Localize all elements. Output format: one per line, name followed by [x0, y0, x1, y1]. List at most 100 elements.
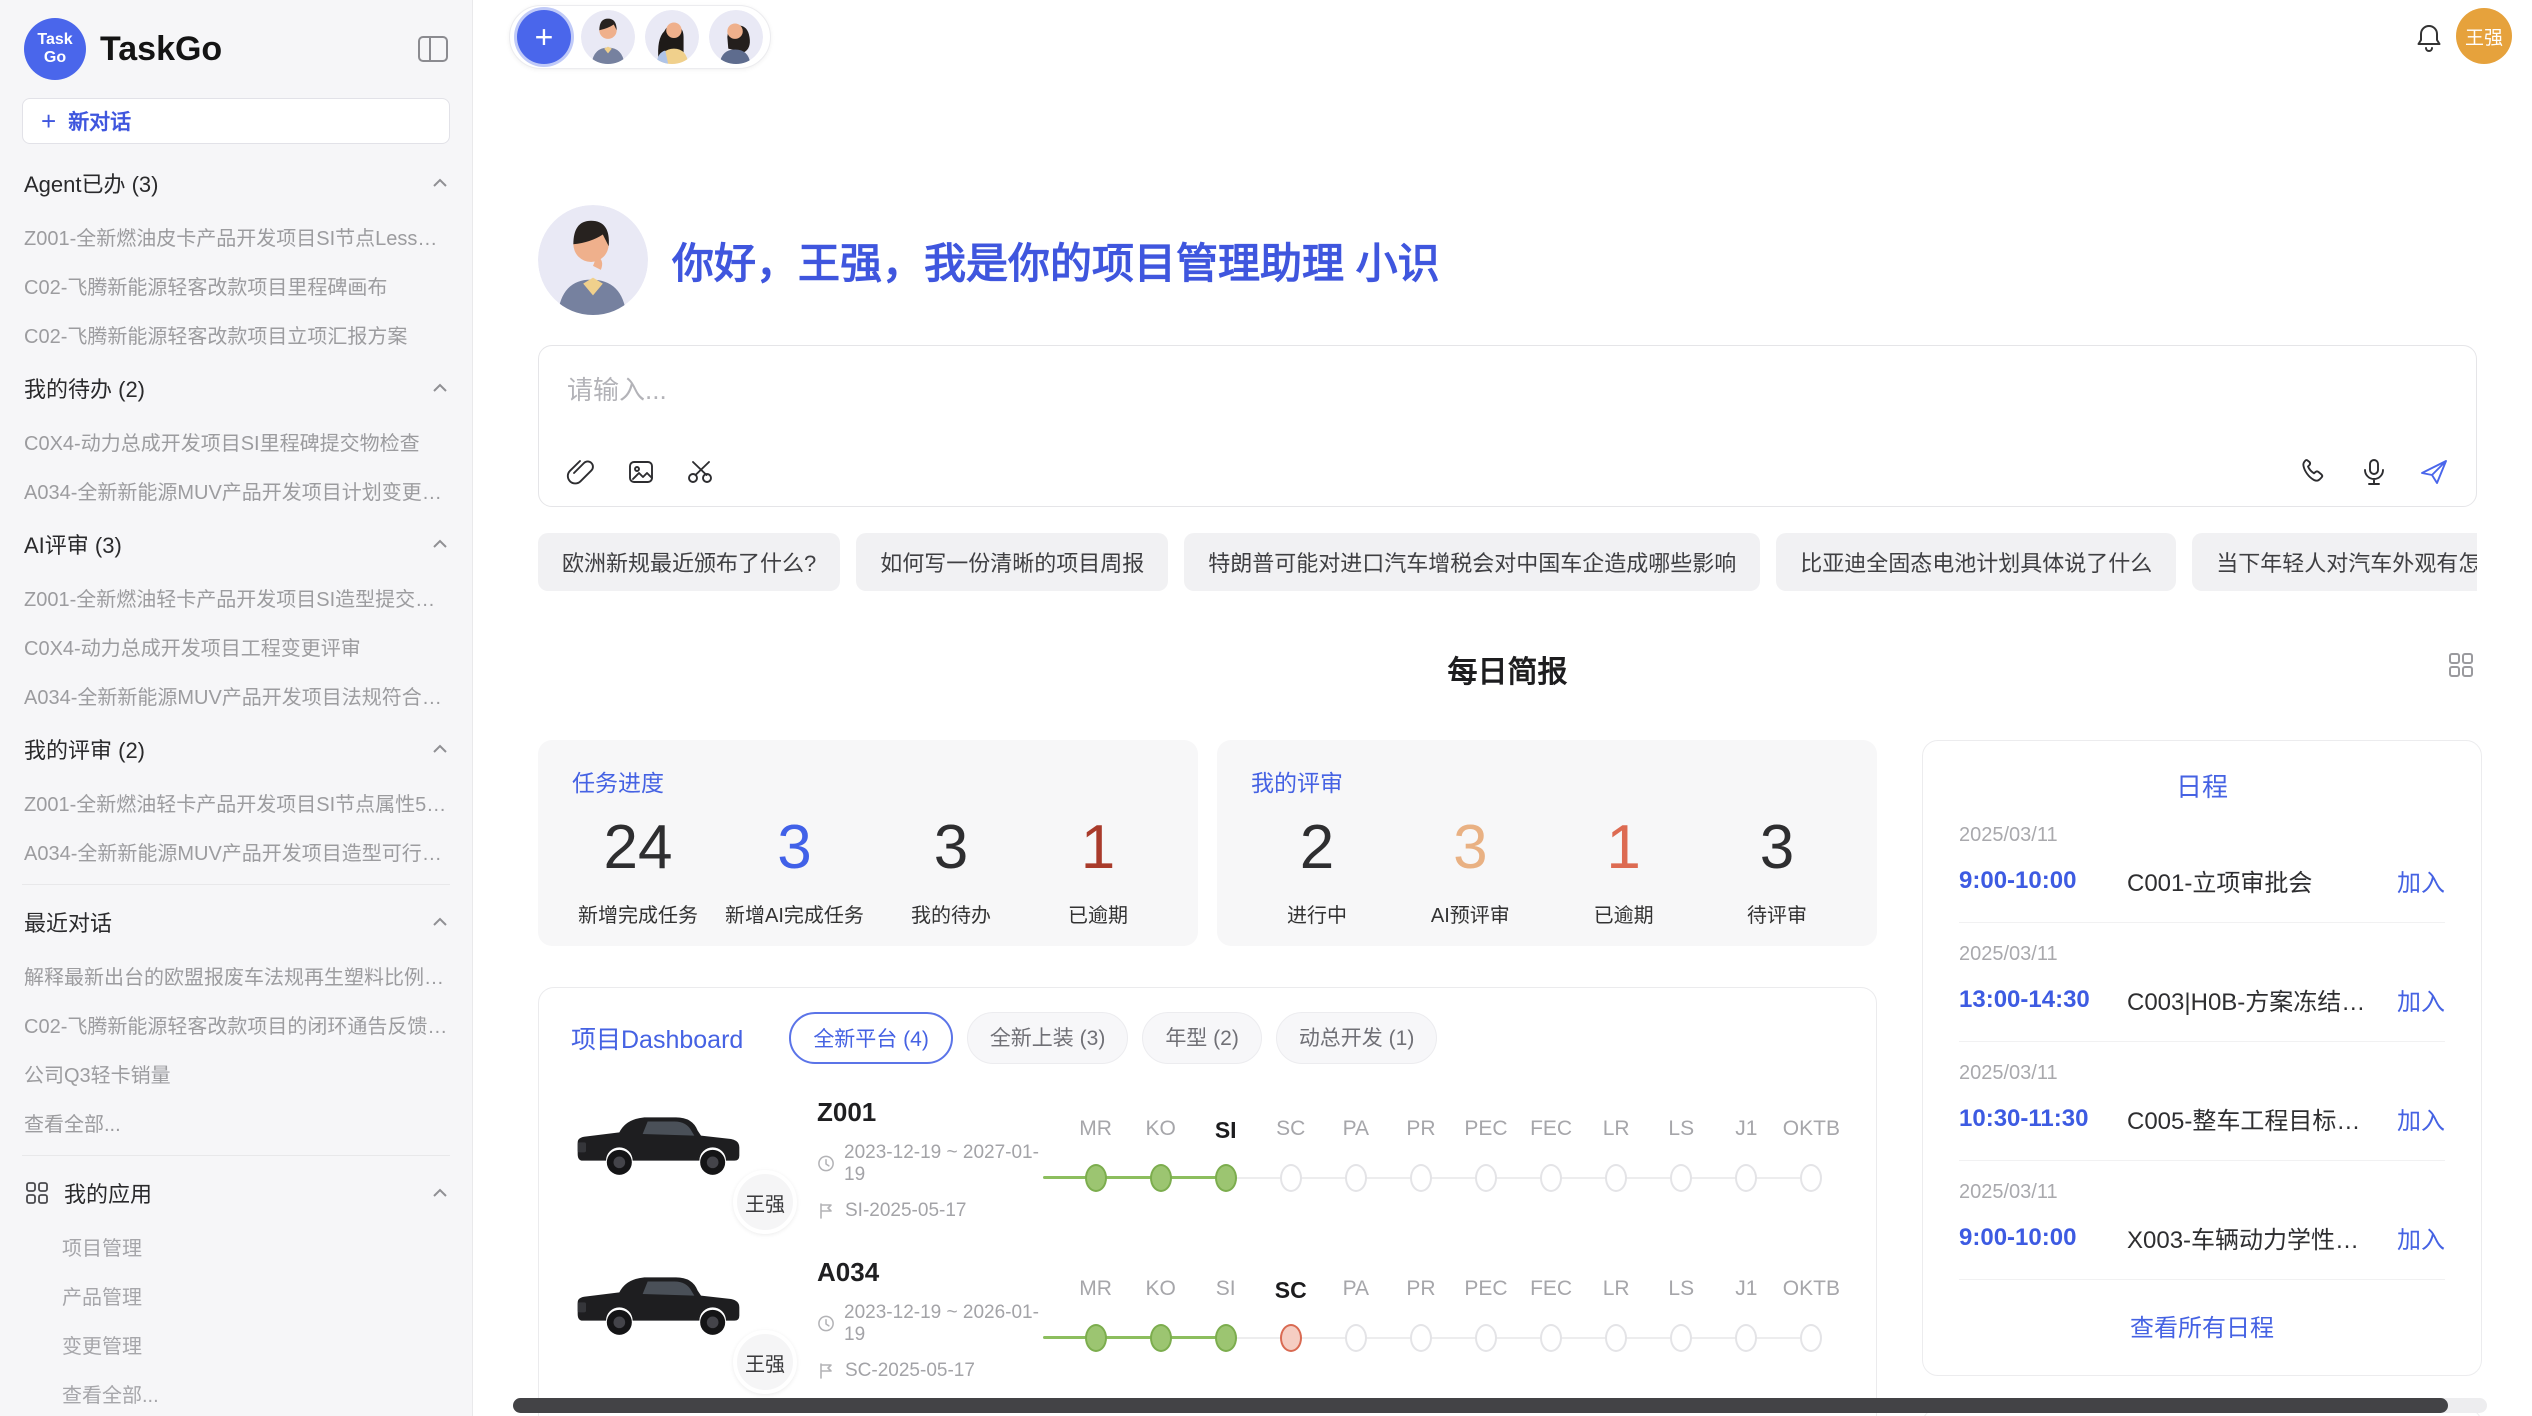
section-ai-review[interactable]: AI评审 (3)	[22, 515, 450, 573]
collapse-sidebar-icon[interactable]	[418, 36, 448, 62]
project-flag: SC-2025-05-17	[845, 1360, 975, 1382]
suggestion-chip[interactable]: 如何写一份清晰的项目周报	[856, 533, 1168, 591]
milestone-dot	[1280, 1164, 1302, 1192]
milestone-dot	[1800, 1164, 1822, 1192]
sidebar-item[interactable]: C02-飞腾新能源轻客改款项目里程碑画布	[22, 261, 450, 310]
tab-new-platform[interactable]: 全新平台 (4)	[789, 1012, 953, 1064]
sidebar-item[interactable]: Z001-全新燃油轻卡产品开发项目SI节点属性5D文件评审	[22, 778, 450, 827]
tab-new-body[interactable]: 全新上装 (3)	[967, 1012, 1129, 1064]
view-all-chats-link[interactable]: 查看全部...	[22, 1098, 450, 1147]
task-progress-card: 任务进度 24 新增完成任务 3 新增AI完成任务 3	[538, 740, 1198, 946]
sidebar-header: Task Go TaskGo	[22, 14, 450, 90]
stat-overdue: 1 已逾期	[1564, 812, 1684, 928]
sidebar-item[interactable]: C02-飞腾新能源轻客改款项目立项汇报方案	[22, 310, 450, 359]
tab-powertrain[interactable]: 动总开发 (1)	[1276, 1012, 1438, 1064]
apps-grid-icon	[24, 1180, 50, 1206]
new-chat-button[interactable]: + 新对话	[22, 98, 450, 144]
horizontal-scrollbar	[513, 1398, 2487, 1413]
chevron-up-icon	[432, 178, 448, 188]
section-my-todo[interactable]: 我的待办 (2)	[22, 359, 450, 417]
milestone-dot	[1605, 1164, 1627, 1192]
milestone-track: MRKO SISC PAPR PECFEC LRLS J1OKTB	[1063, 1277, 1844, 1362]
divider	[22, 884, 450, 885]
project-dashboard-card: 项目Dashboard 全新平台 (4) 全新上装 (3) 年型 (2) 动总开…	[538, 987, 1877, 1416]
agent-avatar-2[interactable]	[645, 10, 699, 64]
app-link-project-mgmt[interactable]: 项目管理	[22, 1222, 450, 1271]
milestone-dot	[1800, 1324, 1822, 1352]
stat-new-ai-done: 3 新增AI完成任务	[725, 812, 864, 928]
milestone-dot-done	[1085, 1164, 1107, 1192]
image-icon[interactable]	[625, 456, 657, 488]
chevron-up-icon	[432, 744, 448, 754]
agent-avatar-1[interactable]	[581, 10, 635, 64]
section-agent-done[interactable]: Agent已办 (3)	[22, 154, 450, 212]
agent-avatar-3[interactable]	[709, 10, 763, 64]
card-title: 我的评审	[1251, 764, 1843, 798]
schedule-date: 2025/03/11	[1959, 1181, 2445, 1204]
attachment-icon[interactable]	[565, 456, 597, 488]
milestone-dot	[1475, 1324, 1497, 1352]
dashboard-tabs: 全新平台 (4) 全新上装 (3) 年型 (2) 动总开发 (1)	[789, 1012, 1437, 1064]
send-icon[interactable]	[2418, 456, 2450, 488]
suggestion-chip[interactable]: 特朗普可能对进口汽车增税会对中国车企造成哪些影响	[1184, 533, 1760, 591]
user-avatar[interactable]: 王强	[2456, 8, 2512, 64]
microphone-icon[interactable]	[2358, 456, 2390, 488]
project-row-z001[interactable]: 王强 Z001 2023-12-19 ~ 2027-01-19 SI-2025-…	[571, 1094, 1844, 1224]
sidebar-item[interactable]: C02-飞腾新能源轻客改款项目的闭环通告反馈情况	[22, 1000, 450, 1049]
sidebar-item[interactable]: 解释最新出台的欧盟报废车法规再生塑料比例被调至15%...	[22, 951, 450, 1000]
section-my-apps[interactable]: 我的应用	[22, 1164, 450, 1222]
project-row-a034[interactable]: 王强 A034 2023-12-19 ~ 2026-01-19 SC-2025-…	[571, 1254, 1844, 1384]
stat-overdue: 1 已逾期	[1038, 812, 1158, 928]
section-recent-chats[interactable]: 最近对话	[22, 893, 450, 951]
add-agent-button[interactable]: +	[517, 10, 571, 64]
suggestion-chip[interactable]: 欧洲新规最近颁布了什么?	[538, 533, 840, 591]
scrollbar-thumb[interactable]	[513, 1398, 2448, 1413]
scissors-icon[interactable]	[685, 456, 717, 488]
sidebar-item[interactable]: A034-全新新能源MUV产品开发项目计划变更表编写	[22, 466, 450, 515]
schedule-date: 2025/03/11	[1959, 824, 2445, 847]
chevron-up-icon	[432, 383, 448, 393]
stat-pending-review: 3 待评审	[1717, 812, 1837, 928]
chat-input[interactable]	[539, 346, 2476, 430]
join-link[interactable]: 加入	[2397, 1101, 2445, 1136]
join-link[interactable]: 加入	[2397, 982, 2445, 1017]
chevron-up-icon	[432, 1188, 448, 1198]
schedule-card: 日程 2025/03/11 9:00-10:00 C001-立项审批会 加入 2…	[1922, 740, 2482, 1376]
app-link-change-mgmt[interactable]: 变更管理	[22, 1320, 450, 1369]
milestone-dot	[1670, 1164, 1692, 1192]
milestone-dot	[1345, 1324, 1367, 1352]
assistant-avatar	[538, 205, 648, 315]
project-dates: 2023-12-19 ~ 2027-01-19	[844, 1142, 1049, 1186]
briefing-stats: 任务进度 24 新增完成任务 3 新增AI完成任务 3	[538, 740, 1877, 946]
plus-icon: +	[535, 19, 554, 56]
plus-icon: +	[41, 108, 56, 134]
view-all-schedule-link[interactable]: 查看所有日程	[1959, 1280, 2445, 1351]
sidebar-item[interactable]: 公司Q3轻卡销量	[22, 1049, 450, 1098]
schedule-time: 9:00-10:00	[1959, 1224, 2127, 1252]
join-link[interactable]: 加入	[2397, 1220, 2445, 1255]
milestone-dot	[1410, 1164, 1432, 1192]
owner-badge: 王强	[733, 1170, 797, 1234]
notifications-bell-icon[interactable]	[2414, 22, 2444, 54]
join-link[interactable]: 加入	[2397, 863, 2445, 898]
phone-call-icon[interactable]	[2298, 456, 2330, 488]
section-my-review[interactable]: 我的评审 (2)	[22, 720, 450, 778]
sidebar-item[interactable]: A034-全新新能源MUV产品开发项目法规符合性评审	[22, 671, 450, 720]
layout-grid-icon[interactable]	[2447, 651, 2475, 679]
app-link-product-mgmt[interactable]: 产品管理	[22, 1271, 450, 1320]
sidebar-item[interactable]: A034-全新新能源MUV产品开发项目造型可行性评审	[22, 827, 450, 876]
milestone-dot-done	[1085, 1324, 1107, 1352]
schedule-entry: 2025/03/11 9:00-10:00 X003-车辆动力学性能验... 加…	[1959, 1161, 2445, 1280]
milestone-dot-done	[1215, 1324, 1237, 1352]
sidebar-item[interactable]: Z001-全新燃油轻卡产品开发项目SI造型提交物评审	[22, 573, 450, 622]
tab-model-year[interactable]: 年型 (2)	[1142, 1012, 1262, 1064]
milestone-dot	[1735, 1324, 1757, 1352]
sidebar-item[interactable]: Z001-全新燃油皮卡产品开发项目SI节点Lesson Learn报告	[22, 212, 450, 261]
view-all-apps-link[interactable]: 查看全部...	[22, 1369, 450, 1416]
sidebar-item[interactable]: C0X4-动力总成开发项目SI里程碑提交物检查	[22, 417, 450, 466]
sidebar-item[interactable]: C0X4-动力总成开发项目工程变更评审	[22, 622, 450, 671]
logo-line1: Task	[37, 31, 72, 49]
suggestion-chip[interactable]: 当下年轻人对汽车外观有怎样的喜好趋势	[2192, 533, 2477, 591]
chevron-up-icon	[432, 539, 448, 549]
suggestion-chip[interactable]: 比亚迪全固态电池计划具体说了什么	[1776, 533, 2176, 591]
